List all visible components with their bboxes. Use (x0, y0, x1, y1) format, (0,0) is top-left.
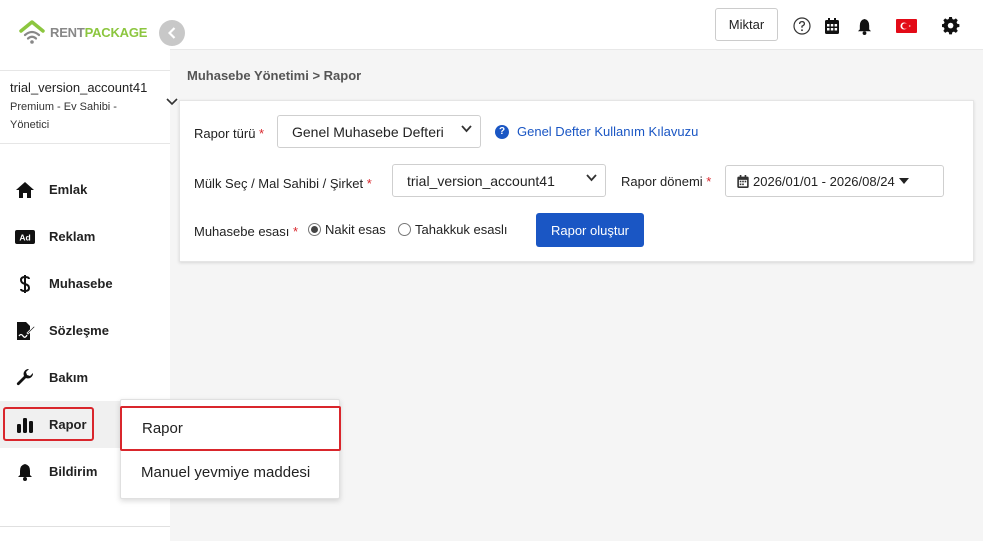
radio-tahakkuk-esasli[interactable]: Tahakkuk esaslı (398, 222, 508, 237)
svg-text:Ad: Ad (19, 232, 30, 242)
sidebar-item-label: Muhasebe (49, 276, 113, 291)
submenu-item-manuel-yevmiye[interactable]: Manuel yevmiye maddesi (121, 452, 341, 492)
help-guide-link-text: Genel Defter Kullanım Kılavuzu (517, 124, 699, 139)
property-label: Mülk Seç / Mal Sahibi / Şirket * (194, 176, 372, 191)
brand-part-rent: RENT (50, 24, 85, 40)
breadcrumb: Muhasebe Yönetimi > Rapor (187, 68, 362, 83)
basis-label-text: Muhasebe esası (194, 224, 290, 239)
account-switcher[interactable]: trial_version_account41 Premium - Ev Sah… (0, 70, 178, 144)
wrench-icon (14, 368, 36, 388)
contract-icon (14, 321, 36, 341)
ad-icon: Ad (14, 227, 36, 247)
basis-label: Muhasebe esası * (194, 224, 298, 239)
report-type-label-text: Rapor türü (194, 126, 256, 141)
radio-button[interactable] (308, 223, 321, 236)
sidebar-item-reklam[interactable]: Ad Reklam (0, 213, 170, 260)
account-name: trial_version_account41 (10, 80, 148, 95)
sidebar-divider (0, 526, 170, 527)
caret-down-icon (898, 178, 909, 184)
bell-icon (14, 462, 36, 482)
sidebar-item-label: Reklam (49, 229, 96, 244)
calendar-icon[interactable] (825, 16, 839, 36)
required-mark: * (706, 174, 712, 189)
submenu-item-label: Rapor (142, 420, 183, 437)
sidebar-item-muhasebe[interactable]: Muhasebe (0, 260, 170, 307)
collapse-sidebar-button[interactable] (159, 20, 185, 46)
radio-label: Nakit esas (325, 222, 386, 237)
calendar-icon (737, 174, 749, 188)
radio-nakit-esas[interactable]: Nakit esas (308, 222, 386, 237)
gear-icon[interactable] (942, 16, 960, 36)
chevron-down-icon (586, 174, 597, 182)
home-icon (14, 180, 36, 200)
required-mark: * (366, 176, 372, 191)
rapor-submenu: Rapor Manuel yevmiye maddesi (120, 399, 341, 499)
period-date-range-picker[interactable]: 2026/01/01 - 2026/08/24 (725, 165, 944, 197)
brand-name: RENTPACKAGE (50, 25, 147, 40)
sidebar-item-sozlesme[interactable]: Sözleşme (0, 307, 170, 354)
sidebar-item-label: Emlak (49, 182, 88, 197)
miktar-button[interactable]: Miktar (715, 8, 778, 41)
sidebar-item-bakim[interactable]: Bakım (0, 354, 170, 401)
report-type-select[interactable]: Genel Muhasebe Defteri (277, 115, 481, 148)
chevron-down-icon (461, 125, 472, 133)
dollar-icon (14, 274, 36, 294)
help-guide-link[interactable]: ? Genel Defter Kullanım Kılavuzu (495, 124, 698, 139)
sidebar-item-label: Sözleşme (49, 323, 109, 338)
radio-button[interactable] (398, 223, 411, 236)
report-type-value: Genel Muhasebe Defteri (292, 123, 444, 140)
period-value: 2026/01/01 - 2026/08/24 (753, 173, 895, 189)
question-icon: ? (495, 124, 509, 139)
required-mark: * (259, 126, 265, 141)
submenu-item-rapor[interactable]: Rapor (120, 406, 341, 451)
help-icon[interactable] (793, 16, 811, 36)
property-value: trial_version_account41 (407, 172, 555, 189)
top-header: Miktar (170, 0, 983, 50)
submenu-item-label: Manuel yevmiye maddesi (141, 463, 311, 481)
account-role: Premium - Ev Sahibi - Yönetici (10, 101, 117, 131)
sidebar-item-label: Bildirim (49, 464, 98, 479)
sidebar-item-label: Bakım (49, 370, 89, 385)
required-mark: * (293, 224, 299, 239)
property-select[interactable]: trial_version_account41 (392, 164, 606, 197)
flag-tr-icon[interactable] (896, 16, 917, 36)
highlight-box (3, 407, 94, 441)
report-form-card: Rapor türü * Genel Muhasebe Defteri ? Ge… (179, 100, 974, 262)
report-type-label: Rapor türü * (194, 126, 264, 141)
logo-icon (19, 20, 45, 44)
property-label-text: Mülk Seç / Mal Sahibi / Şirket (194, 176, 364, 191)
period-label: Rapor dönemi * (621, 174, 711, 189)
period-label-text: Rapor dönemi (621, 174, 703, 189)
bell-icon[interactable] (857, 16, 872, 36)
generate-report-button[interactable]: Rapor oluştur (536, 213, 644, 247)
brand-logo[interactable]: RENTPACKAGE (18, 18, 147, 46)
radio-label: Tahakkuk esaslı (415, 222, 508, 237)
chevron-left-icon (168, 27, 176, 39)
brand-part-package: PACKAGE (84, 24, 148, 40)
chevron-down-icon[interactable] (166, 98, 178, 106)
sidebar-item-emlak[interactable]: Emlak (0, 166, 170, 213)
